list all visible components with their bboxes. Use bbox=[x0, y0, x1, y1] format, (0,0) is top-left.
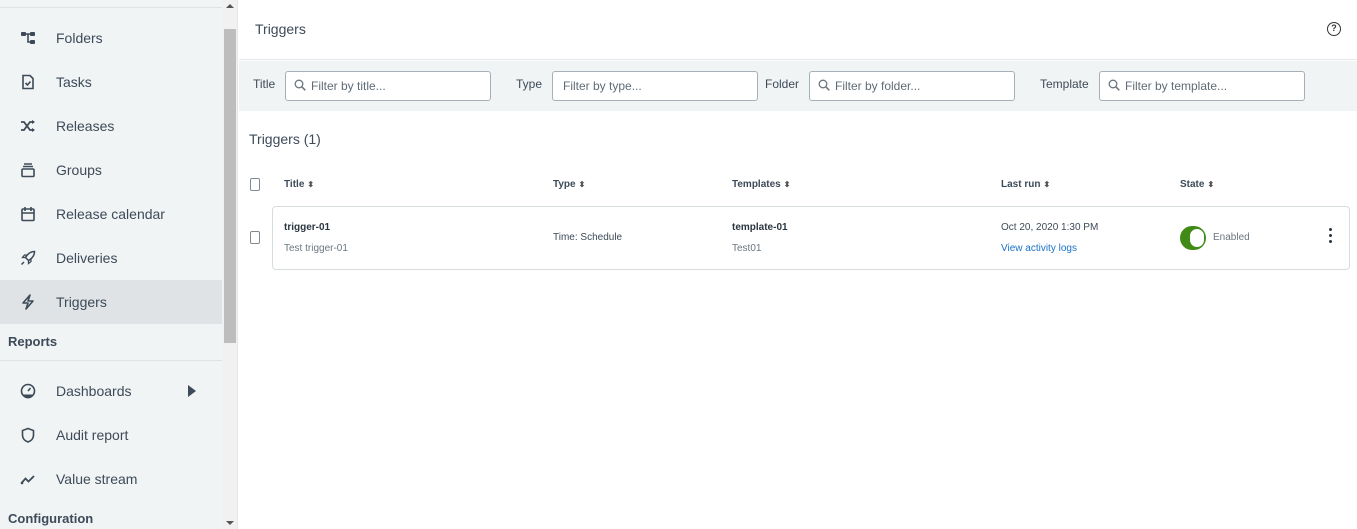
shield-icon bbox=[19, 426, 37, 444]
section-divider bbox=[0, 360, 222, 361]
template-link[interactable]: template-01 bbox=[732, 222, 788, 233]
more-options-icon[interactable] bbox=[1326, 228, 1334, 248]
column-header-title[interactable]: Title ⬍ bbox=[284, 179, 314, 190]
column-header-state[interactable]: State ⬍ bbox=[1180, 179, 1214, 190]
trend-line-icon bbox=[19, 470, 37, 488]
app: Folders Tasks Releases Groups Release ca bbox=[0, 0, 1357, 529]
sidebar-item-label: Releases bbox=[56, 118, 115, 134]
template-filter-input[interactable] bbox=[1100, 72, 1304, 100]
sort-icon: ⬍ bbox=[1043, 180, 1051, 189]
rocket-icon bbox=[19, 249, 37, 267]
sidebar-item-audit-report[interactable]: Audit report bbox=[0, 413, 222, 457]
submenu-arrow-icon[interactable] bbox=[188, 385, 196, 397]
sidebar-item-label: Dashboards bbox=[56, 383, 132, 399]
sidebar-item-groups[interactable]: Groups bbox=[0, 148, 222, 192]
sidebar-item-release-calendar[interactable]: Release calendar bbox=[0, 192, 222, 236]
column-header-last-run[interactable]: Last run ⬍ bbox=[1001, 179, 1050, 190]
scroll-up-arrow-icon[interactable] bbox=[226, 4, 234, 8]
type-filter-field[interactable] bbox=[552, 71, 758, 101]
search-icon bbox=[294, 79, 306, 91]
sort-icon: ⬍ bbox=[578, 180, 586, 189]
sort-icon: ⬍ bbox=[307, 180, 315, 189]
search-icon bbox=[1108, 79, 1120, 91]
sidebar-item-label: Folders bbox=[56, 30, 103, 46]
column-header-label: Title bbox=[284, 179, 305, 190]
scrollbar-thumb[interactable] bbox=[224, 29, 236, 343]
sidebar-item-label: Value stream bbox=[56, 471, 138, 487]
stack-icon bbox=[19, 161, 37, 179]
sidebar-item-label: Deliveries bbox=[56, 250, 118, 266]
filter-label-folder: Folder bbox=[765, 77, 800, 91]
column-header-label: Last run bbox=[1001, 179, 1041, 190]
sidebar-item-value-stream[interactable]: Value stream bbox=[0, 457, 222, 501]
column-header-type[interactable]: Type ⬍ bbox=[553, 179, 585, 190]
sidebar-item-releases[interactable]: Releases bbox=[0, 104, 222, 148]
sidebar-divider bbox=[0, 7, 222, 8]
state-toggle[interactable] bbox=[1180, 226, 1206, 250]
sidebar-item-label: Triggers bbox=[56, 294, 107, 310]
folder-filter-input[interactable] bbox=[810, 72, 1014, 100]
sidebar-item-folders[interactable]: Folders bbox=[0, 16, 222, 60]
sidebar-item-triggers[interactable]: Triggers bbox=[0, 280, 222, 324]
title-filter-input[interactable] bbox=[286, 72, 490, 100]
task-file-icon bbox=[19, 73, 37, 91]
column-header-label: Type bbox=[553, 179, 576, 190]
section-title-reports: Reports bbox=[8, 334, 58, 349]
filter-label-title: Title bbox=[253, 77, 276, 91]
filter-label-type: Type bbox=[516, 77, 543, 91]
list-title: Triggers (1) bbox=[249, 131, 321, 147]
trigger-title-link[interactable]: trigger-01 bbox=[284, 222, 330, 233]
view-activity-logs-link[interactable]: View activity logs bbox=[1001, 243, 1077, 254]
main-content: Triggers ? Title Type Folder Template bbox=[239, 0, 1357, 529]
sort-icon: ⬍ bbox=[1207, 180, 1215, 189]
help-circle-icon[interactable]: ? bbox=[1327, 22, 1341, 36]
sidebar-item-label: Audit report bbox=[56, 427, 129, 443]
column-header-templates[interactable]: Templates ⬍ bbox=[732, 179, 790, 190]
scroll-down-arrow-icon[interactable] bbox=[226, 521, 234, 525]
trigger-description: Test trigger-01 bbox=[284, 243, 348, 254]
type-filter-input[interactable] bbox=[553, 72, 757, 100]
sidebar-item-label: Tasks bbox=[56, 74, 92, 90]
sidebar-item-tasks[interactable]: Tasks bbox=[0, 60, 222, 104]
sidebar-scrollbar[interactable] bbox=[222, 0, 238, 529]
page-title: Triggers bbox=[255, 21, 306, 37]
shuffle-icon bbox=[19, 117, 37, 135]
row-checkbox[interactable] bbox=[250, 231, 260, 244]
sidebar-item-label: Release calendar bbox=[56, 206, 165, 222]
page-header: Triggers ? bbox=[239, 0, 1357, 60]
template-subtitle: Test01 bbox=[732, 243, 762, 254]
filter-bar: Title Type Folder Template bbox=[239, 61, 1357, 111]
filter-label-template: Template bbox=[1040, 77, 1089, 91]
title-filter-field[interactable] bbox=[285, 71, 491, 101]
toggle-knob bbox=[1190, 229, 1204, 247]
dashboard-gauge-icon bbox=[19, 382, 37, 400]
folder-tree-icon bbox=[19, 29, 37, 47]
lightning-icon bbox=[19, 293, 37, 311]
template-filter-field[interactable] bbox=[1099, 71, 1305, 101]
trigger-type: Time: Schedule bbox=[553, 232, 623, 243]
sidebar-item-label: Groups bbox=[56, 162, 102, 178]
column-header-label: Templates bbox=[732, 179, 781, 190]
search-icon bbox=[818, 79, 830, 91]
table-row[interactable]: trigger-01 Test trigger-01 Time: Schedul… bbox=[272, 206, 1350, 270]
state-label: Enabled bbox=[1213, 232, 1250, 243]
sidebar: Folders Tasks Releases Groups Release ca bbox=[0, 0, 222, 529]
sort-icon: ⬍ bbox=[783, 180, 791, 189]
folder-filter-field[interactable] bbox=[809, 71, 1015, 101]
sidebar-item-dashboards[interactable]: Dashboards bbox=[0, 369, 222, 413]
column-header-label: State bbox=[1180, 179, 1205, 190]
sidebar-item-deliveries[interactable]: Deliveries bbox=[0, 236, 222, 280]
calendar-icon bbox=[19, 205, 37, 223]
section-title-configuration: Configuration bbox=[8, 511, 94, 526]
select-all-checkbox[interactable] bbox=[250, 178, 260, 191]
last-run-timestamp: Oct 20, 2020 1:30 PM bbox=[1001, 222, 1099, 233]
